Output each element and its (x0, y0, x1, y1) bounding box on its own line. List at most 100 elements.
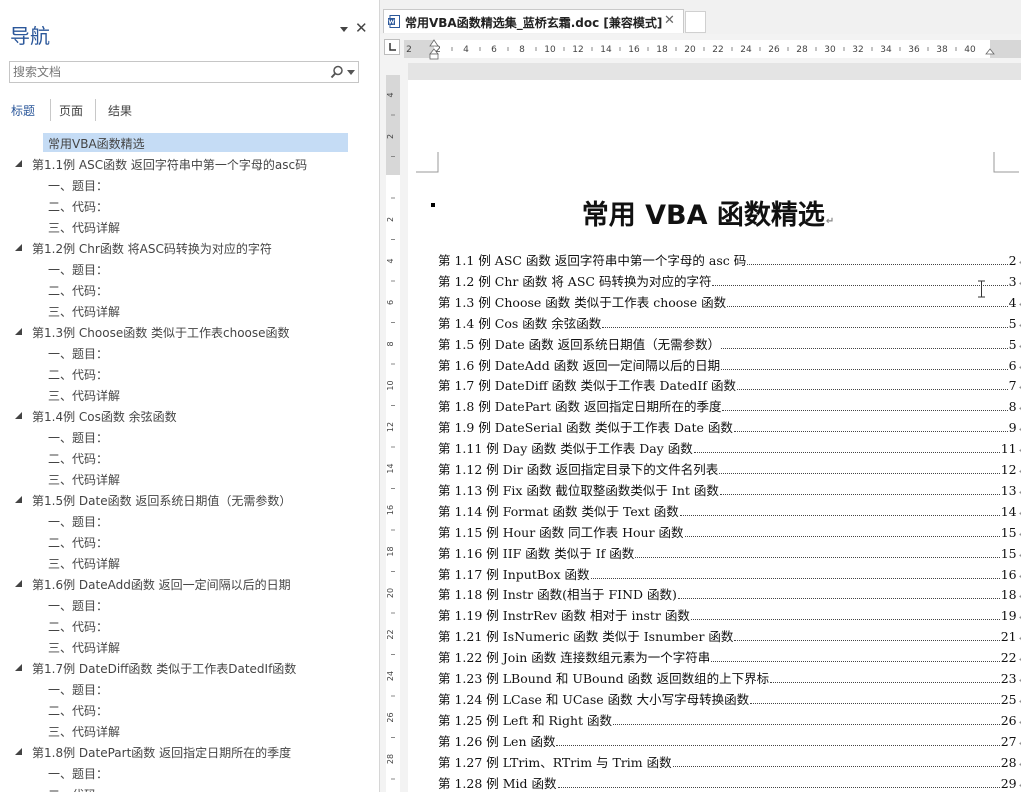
tree-item-subheading[interactable]: 一、题目： (0, 594, 379, 615)
tree-item-label: 一、题目： (48, 347, 109, 361)
ruler-tick-label: 12 (572, 45, 583, 55)
toc-entry-text: 第 1.15 例 Hour 函数 同工作表 Hour 函数 (438, 524, 684, 540)
search-box[interactable] (9, 61, 359, 83)
tree-item-label: 三、代码详解 (48, 473, 121, 487)
toc-entry[interactable]: 第 1.8 例 DatePart 函数 返回指定日期所在的季度 8↵ (438, 396, 1021, 417)
toc-page-number: 29 (1000, 775, 1017, 791)
toc-entry[interactable]: 第 1.11 例 Day 函数 类似于工作表 Day 函数 11↵ (438, 438, 1021, 459)
tree-item-subheading[interactable]: 一、题目： (0, 174, 379, 195)
toc-entry[interactable]: 第 1.9 例 DateSerial 函数 类似于工作表 Date 函数 9↵ (438, 417, 1021, 438)
close-icon[interactable]: ✕ (355, 19, 368, 37)
tree-item-subheading[interactable]: 三、代码详解 (0, 468, 379, 489)
tab-stop-selector[interactable] (384, 39, 400, 55)
tree-item-subheading[interactable]: 一、题目： (0, 678, 379, 699)
toc-page-number: 14 (1000, 503, 1017, 519)
tree-item-root[interactable]: 常用VBA函数精选 (0, 132, 379, 153)
toc-entry[interactable]: 第 1.1 例 ASC 函数 返回字符串中第一个字母的 asc 码 2↵ (438, 250, 1021, 271)
collapse-triangle-icon[interactable] (15, 748, 22, 755)
tree-item-subheading[interactable]: 二、代码： (0, 279, 379, 300)
toc-entry[interactable]: 第 1.5 例 Date 函数 返回系统日期值（无需参数） 5↵ (438, 334, 1021, 355)
tree-item-subheading[interactable]: 二、代码： (0, 363, 379, 384)
tree-item-heading[interactable]: 第1.1例 ASC函数 返回字符串中第一个字母的asc码 (0, 153, 379, 174)
dropdown-icon[interactable] (347, 70, 355, 76)
tree-item-heading[interactable]: 第1.8例 DatePart函数 返回指定日期所在的季度 (0, 741, 379, 762)
tree-item-subheading[interactable]: 三、代码详解 (0, 300, 379, 321)
toc-page-number: 2 (1008, 253, 1017, 268)
tree-item-heading[interactable]: 第1.6例 DateAdd函数 返回一定间隔以后的日期 (0, 573, 379, 594)
collapse-triangle-icon[interactable] (15, 664, 22, 671)
toc-entry[interactable]: 第 1.12 例 Dir 函数 返回指定目录下的文件名列表 12↵ (438, 459, 1021, 480)
tree-item-subheading[interactable]: 三、代码详解 (0, 720, 379, 741)
tree-item-subheading[interactable]: 一、题目： (0, 426, 379, 447)
tree-item-heading[interactable]: 第1.2例 Chr函数 将ASC码转换为对应的字符 (0, 237, 379, 258)
paragraph-mark-icon: ↵ (1018, 633, 1021, 644)
tree-item-subheading[interactable]: 二、代码 (0, 783, 379, 792)
toc-entry[interactable]: 第 1.2 例 Chr 函数 将 ASC 码转换为对应的字符 3↵ (438, 271, 1021, 292)
toc-entry[interactable]: 第 1.15 例 Hour 函数 同工作表 Hour 函数 15↵ (438, 522, 1021, 543)
toc-entry[interactable]: 第 1.7 例 DateDiff 函数 类似于工作表 DatedIf 函数 7↵ (438, 375, 1021, 396)
tree-item-heading[interactable]: 第1.4例 Cos函数 余弦函数 (0, 405, 379, 426)
toc-entry-text: 第 1.19 例 InstrRev 函数 相对于 instr 函数 (438, 608, 690, 624)
toc-entry[interactable]: 第 1.22 例 Join 函数 连接数组元素为一个字符串 22↵ (438, 647, 1021, 668)
document-title[interactable]: 常用 VBA 函数精选↵ (408, 193, 1008, 232)
tab-results[interactable]: 结果 (108, 102, 132, 119)
document-page[interactable]: 常用 VBA 函数精选↵ 第 1.1 例 ASC 函数 返回字符串中第一个字母的… (408, 80, 1021, 792)
paragraph-mark-icon: ↵ (1018, 403, 1021, 414)
toc-entry[interactable]: 第 1.6 例 DateAdd 函数 返回一定间隔以后的日期 6↵ (438, 355, 1021, 376)
toc-entry[interactable]: 第 1.17 例 InputBox 函数 16↵ (438, 564, 1021, 585)
search-input[interactable] (13, 64, 323, 80)
new-tab-button[interactable] (685, 11, 706, 33)
collapse-triangle-icon[interactable] (15, 412, 22, 419)
toc-entry-text: 第 1.24 例 LCase 和 UCase 函数 大小写字母转换函数 (438, 691, 750, 707)
tree-item-heading[interactable]: 第1.7例 DateDiff函数 类似于工作表DatedIf函数 (0, 657, 379, 678)
toc-entry[interactable]: 第 1.27 例 LTrim、RTrim 与 Trim 函数 28↵ (438, 752, 1021, 773)
tree-item-subheading[interactable]: 二、代码： (0, 447, 379, 468)
toc-entry[interactable]: 第 1.14 例 Format 函数 类似于 Text 函数 14↵ (438, 501, 1021, 522)
toc-entry[interactable]: 第 1.23 例 LBound 和 UBound 函数 返回数组的上下界标 23↵ (438, 668, 1021, 689)
paragraph-mark-icon: ↵ (1018, 780, 1021, 791)
tree-item-heading[interactable]: 第1.3例 Choose函数 类似于工作表choose函数 (0, 321, 379, 342)
toc-entry[interactable]: 第 1.25 例 Left 和 Right 函数 26↵ (438, 710, 1021, 731)
tree-item-label: 三、代码详解 (48, 641, 121, 655)
toc-entry[interactable]: 第 1.4 例 Cos 函数 余弦函数 5↵ (438, 313, 1021, 334)
toc-entry[interactable]: 第 1.16 例 IIF 函数 类似于 If 函数 15↵ (438, 543, 1021, 564)
tree-item-subheading[interactable]: 一、题目： (0, 510, 379, 531)
dropdown-icon[interactable] (338, 23, 350, 35)
tree-item-subheading[interactable]: 三、代码详解 (0, 216, 379, 237)
ruler-tick-label: 10 (544, 45, 556, 55)
tree-item-subheading[interactable]: 二、代码： (0, 699, 379, 720)
toc-entry[interactable]: 第 1.26 例 Len 函数 27↵ (438, 731, 1021, 752)
tree-item-label: 二、代码： (48, 200, 109, 214)
tab-headings[interactable]: 标题 (11, 102, 35, 119)
tree-item-subheading[interactable]: 一、题目： (0, 258, 379, 279)
collapse-triangle-icon[interactable] (15, 160, 22, 167)
tree-item-subheading[interactable]: 三、代码详解 (0, 552, 379, 573)
toc-entry[interactable]: 第 1.28 例 Mid 函数 29↵ (438, 773, 1021, 792)
close-icon[interactable]: ✕ (664, 13, 675, 28)
document-tab[interactable]: 常用VBA函数精选集_蓝桥玄霜.doc [兼容模式] ✕ (383, 9, 684, 33)
collapse-triangle-icon[interactable] (15, 496, 22, 503)
tree-item-subheading[interactable]: 二、代码： (0, 195, 379, 216)
tree-item-subheading[interactable]: 二、代码： (0, 615, 379, 636)
toc-leader-dots (721, 360, 1008, 370)
toc-entry[interactable]: 第 1.21 例 IsNumeric 函数 类似于 Isnumber 函数 21↵ (438, 626, 1021, 647)
tree-item-subheading[interactable]: 一、题目： (0, 762, 379, 783)
tree-item-subheading[interactable]: 二、代码： (0, 531, 379, 552)
toc-entry[interactable]: 第 1.18 例 Instr 函数(相当于 FIND 函数) 18↵ (438, 584, 1021, 605)
tree-item-heading[interactable]: 第1.5例 Date函数 返回系统日期值（无需参数） (0, 489, 379, 510)
toc-entry[interactable]: 第 1.19 例 InstrRev 函数 相对于 instr 函数 19↵ (438, 605, 1021, 626)
tab-pages[interactable]: 页面 (59, 102, 83, 119)
vertical-ruler[interactable]: 42246810121416182022242628 (384, 75, 402, 792)
collapse-triangle-icon[interactable] (15, 580, 22, 587)
tree-item-label: 一、题目： (48, 263, 109, 277)
toc-entry[interactable]: 第 1.3 例 Choose 函数 类似于工作表 choose 函数 4↵ (438, 292, 1021, 313)
tree-item-subheading[interactable]: 一、题目： (0, 342, 379, 363)
horizontal-ruler[interactable]: 2 2 4 6 8 10 12 14 16 18 20 22 24 26 28 30 32 34 36 38 40 (404, 37, 1021, 61)
collapse-triangle-icon[interactable] (15, 244, 22, 251)
tree-item-subheading[interactable]: 三、代码详解 (0, 384, 379, 405)
tree-item-subheading[interactable]: 三、代码详解 (0, 636, 379, 657)
search-icon[interactable] (330, 65, 344, 79)
toc-entry[interactable]: 第 1.13 例 Fix 函数 截位取整函数类似于 Int 函数 13↵ (438, 480, 1021, 501)
toc-entry[interactable]: 第 1.24 例 LCase 和 UCase 函数 大小写字母转换函数 25↵ (438, 689, 1021, 710)
collapse-triangle-icon[interactable] (15, 328, 22, 335)
